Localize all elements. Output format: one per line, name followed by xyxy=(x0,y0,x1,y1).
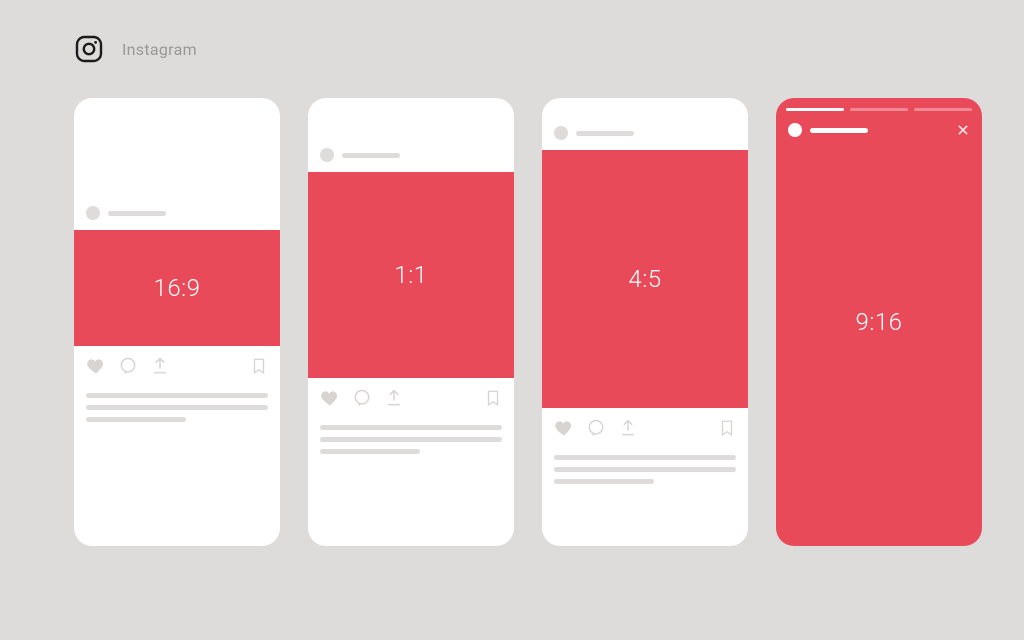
username-placeholder xyxy=(810,128,868,133)
page-title: Instagram xyxy=(122,40,197,59)
aspect-ratio-label: 9:16 xyxy=(856,308,903,336)
feed-card-1-1: 1:1 xyxy=(308,98,514,546)
avatar xyxy=(320,148,334,162)
caption-placeholder xyxy=(308,416,514,466)
post-actions xyxy=(542,408,748,446)
close-icon[interactable] xyxy=(956,123,970,137)
post-actions xyxy=(74,346,280,384)
story-card-9-16: 9:16 xyxy=(776,98,982,546)
post-header xyxy=(74,196,280,230)
post-header xyxy=(308,138,514,172)
heart-icon[interactable] xyxy=(86,356,106,376)
username-placeholder xyxy=(108,211,166,216)
avatar xyxy=(554,126,568,140)
story-header xyxy=(776,111,982,137)
post-actions xyxy=(308,378,514,416)
feed-card-4-5: 4:5 xyxy=(542,98,748,546)
feed-card-16-9: 16:9 xyxy=(74,98,280,546)
avatar xyxy=(788,123,802,137)
share-icon[interactable] xyxy=(618,418,638,438)
username-placeholder xyxy=(576,131,634,136)
story-media: 9:16 xyxy=(776,137,982,546)
post-media: 16:9 xyxy=(74,230,280,346)
story-progress xyxy=(776,98,982,111)
aspect-ratio-label: 4:5 xyxy=(628,265,661,293)
heart-icon[interactable] xyxy=(320,388,340,408)
avatar xyxy=(86,206,100,220)
aspect-ratio-label: 16:9 xyxy=(154,274,201,302)
bookmark-icon[interactable] xyxy=(484,388,502,408)
cards-row: 16:9 1:1 xyxy=(0,64,1024,546)
share-icon[interactable] xyxy=(150,356,170,376)
username-placeholder xyxy=(342,153,400,158)
caption-placeholder xyxy=(74,384,280,434)
header: Instagram xyxy=(0,0,1024,64)
comment-icon[interactable] xyxy=(118,356,138,376)
post-media: 1:1 xyxy=(308,172,514,378)
post-media: 4:5 xyxy=(542,150,748,408)
instagram-icon xyxy=(74,34,104,64)
post-header xyxy=(542,116,748,150)
bookmark-icon[interactable] xyxy=(250,356,268,376)
comment-icon[interactable] xyxy=(352,388,372,408)
aspect-ratio-label: 1:1 xyxy=(394,261,427,289)
comment-icon[interactable] xyxy=(586,418,606,438)
heart-icon[interactable] xyxy=(554,418,574,438)
share-icon[interactable] xyxy=(384,388,404,408)
bookmark-icon[interactable] xyxy=(718,418,736,438)
caption-placeholder xyxy=(542,446,748,496)
